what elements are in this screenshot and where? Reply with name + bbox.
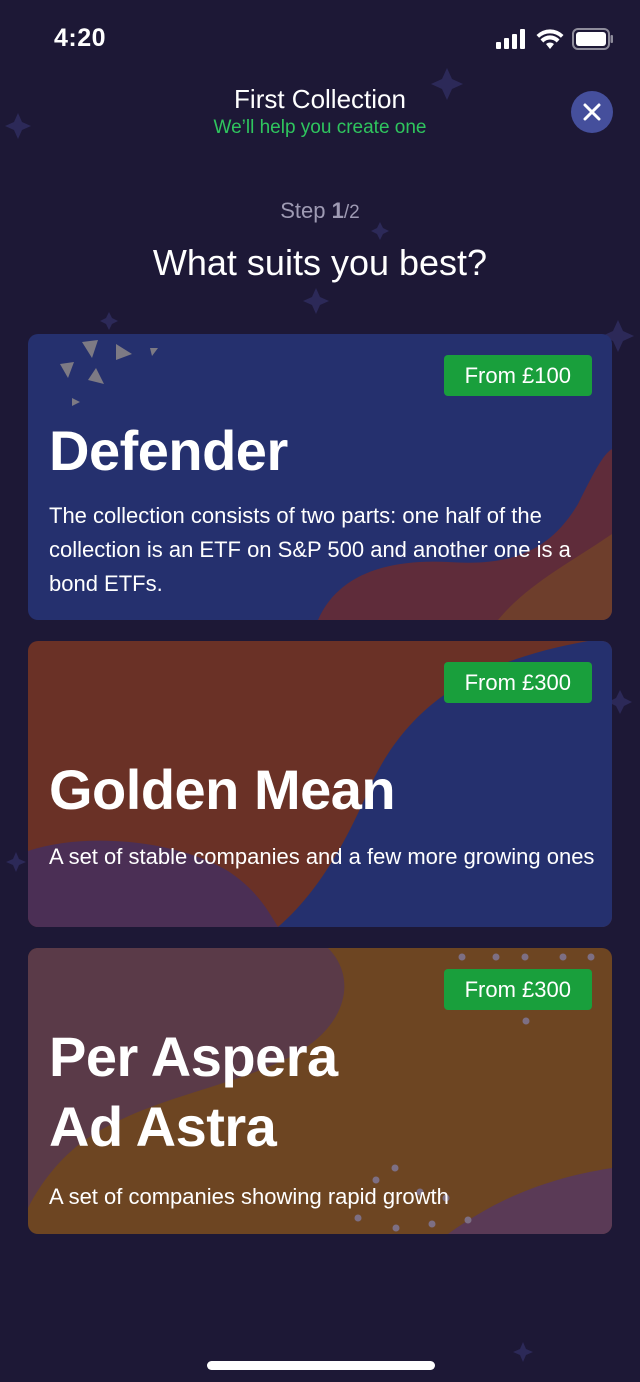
collection-card-per-aspera[interactable]: From £300 Per Aspera Ad Astra A set of c… (28, 948, 612, 1234)
wifi-icon (536, 29, 564, 49)
status-time: 4:20 (54, 24, 107, 52)
step-indicator: Step 1/2 (0, 198, 640, 224)
page-title: First Collection (234, 84, 406, 114)
star-icon (513, 1342, 533, 1362)
price-badge: From £300 (443, 662, 592, 703)
price-badge: From £100 (443, 355, 592, 396)
collection-card-golden-mean[interactable]: From £300 Golden Mean A set of stable co… (28, 641, 612, 927)
card-title: Golden Mean (49, 758, 396, 821)
close-button[interactable] (571, 91, 613, 133)
home-indicator[interactable] (207, 1361, 435, 1370)
question-heading: What suits you best? (152, 242, 488, 283)
page-subtitle: We’ll help you create one (213, 117, 427, 138)
star-icon (100, 312, 118, 330)
step-label: Step (280, 198, 332, 223)
cellular-signal-icon (496, 29, 525, 49)
star-icon (371, 222, 389, 240)
price-badge: From £300 (443, 969, 592, 1010)
card-description: A set of companies showing rapid growth (49, 1184, 449, 1209)
card-title: Defender (49, 419, 288, 482)
star-icon (6, 852, 26, 872)
step-current: 1 (331, 198, 344, 223)
step-total: /2 (343, 202, 360, 223)
close-icon (583, 103, 601, 121)
card-description: A set of stable companies and a few more… (49, 844, 595, 869)
battery-icon (572, 28, 613, 50)
collection-card-defender[interactable]: From £100 Defender The collection consis… (28, 334, 612, 620)
star-icon (303, 288, 329, 314)
card-title: Per Aspera Ad Astra (49, 1025, 338, 1158)
card-description: The collection consists of two parts: on… (49, 503, 571, 596)
status-bar: 4:20 (0, 0, 640, 80)
status-icons (496, 28, 614, 50)
header: First Collection We’ll help you create o… (0, 84, 640, 139)
